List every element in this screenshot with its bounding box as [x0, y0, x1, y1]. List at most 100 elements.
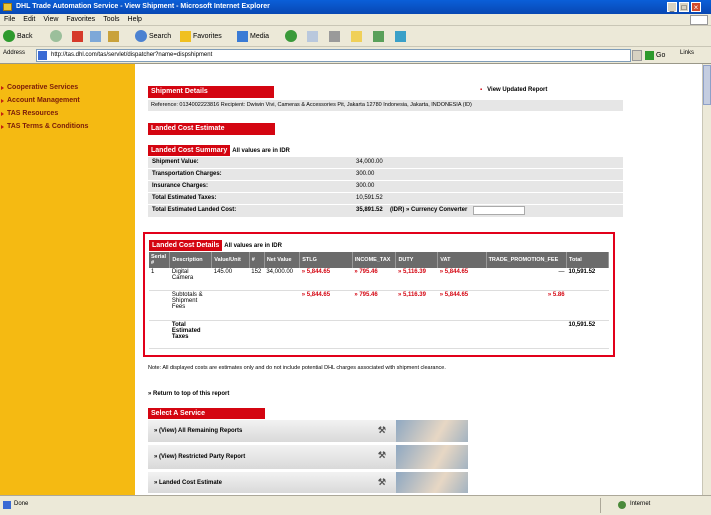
- sidebar-item-tas-resources[interactable]: TAS Resources: [0, 110, 142, 117]
- sidebar-item-cooperative-services[interactable]: Cooperative Services: [0, 84, 142, 91]
- status-text: Done: [14, 501, 29, 507]
- menu-tools[interactable]: Tools: [99, 14, 123, 26]
- cell: 34,000.00: [264, 268, 300, 291]
- shipment-details-header: Shipment Details: [148, 86, 274, 98]
- trade-fee-link[interactable]: » 5.86: [486, 290, 567, 321]
- income-tax-link[interactable]: » 795.46: [352, 268, 396, 291]
- tools-icon: ⚒: [377, 450, 386, 460]
- discuss-button[interactable]: [373, 29, 386, 44]
- menu-bar: File Edit View Favorites Tools Help: [0, 14, 711, 26]
- home-icon: [108, 30, 119, 42]
- col-count: #: [249, 252, 265, 268]
- menu-edit[interactable]: Edit: [19, 14, 39, 26]
- close-button[interactable]: ×: [691, 2, 701, 12]
- refresh-button[interactable]: [90, 29, 103, 44]
- summary-currency-note: All values are in IDR: [232, 148, 290, 154]
- zone-text: Internet: [630, 501, 651, 507]
- cell: [149, 290, 170, 321]
- cell: 10,591.52: [566, 268, 609, 291]
- table-row: Total Estimated Taxes 10,591.52: [149, 320, 609, 349]
- currency-select[interactable]: [473, 206, 525, 215]
- vat-subtotal-link[interactable]: » 5,844.65: [437, 290, 487, 321]
- landed-cost-details-header: Landed Cost Details: [149, 240, 223, 251]
- forward-button[interactable]: [50, 29, 64, 44]
- summary-value: 300.00: [356, 183, 375, 189]
- media-icon: [237, 30, 248, 42]
- status-bar: Done Internet: [0, 495, 711, 515]
- favorites-button[interactable]: Favorites: [180, 29, 222, 44]
- stop-button[interactable]: [72, 29, 85, 44]
- cell: [149, 320, 170, 349]
- cell: 152: [249, 268, 265, 291]
- return-to-top-link[interactable]: » Return to top of this report: [148, 391, 229, 397]
- history-button[interactable]: [285, 29, 299, 44]
- cell: 1: [149, 268, 170, 291]
- edit-button[interactable]: [351, 29, 364, 44]
- col-stlg: STLG: [299, 252, 353, 268]
- service-photo: [396, 445, 468, 469]
- duty-subtotal-link[interactable]: » 5,116.39: [395, 290, 438, 321]
- maximize-button[interactable]: □: [679, 2, 689, 12]
- address-input[interactable]: http://tas.dhl.com/tas/servlet/dispatche…: [36, 49, 631, 62]
- vertical-scrollbar[interactable]: [702, 64, 711, 495]
- cell: [264, 320, 300, 349]
- service-restricted-party-report[interactable]: » (View) Restricted Party Report ⚒: [148, 445, 468, 471]
- history-icon: [285, 30, 297, 43]
- page-icon: [38, 51, 47, 60]
- duty-link[interactable]: » 5,116.39: [395, 268, 438, 291]
- sidebar-item-tas-terms[interactable]: TAS Terms & Conditions: [0, 123, 142, 130]
- summary-label: Insurance Charges:: [152, 183, 209, 189]
- menu-view[interactable]: View: [39, 14, 62, 26]
- landed-cost-estimate-header: Landed Cost Estimate: [148, 123, 275, 135]
- view-updated-report-link[interactable]: ▪ View Updated Report: [480, 87, 547, 93]
- go-button[interactable]: Go: [645, 49, 665, 62]
- sidebar-item-account-management[interactable]: Account Management: [0, 97, 142, 104]
- home-button[interactable]: [108, 29, 121, 44]
- address-dropdown-icon[interactable]: [632, 50, 642, 61]
- details-header: Serial # Description Value/Unit # Net Va…: [149, 252, 609, 268]
- search-button[interactable]: Search: [135, 29, 171, 44]
- cell: [437, 320, 487, 349]
- menu-help[interactable]: Help: [124, 14, 146, 26]
- summary-value: 10,591.52: [356, 195, 383, 201]
- service-landed-cost-estimate[interactable]: » Landed Cost Estimate ⚒: [148, 472, 468, 495]
- links-button[interactable]: Links: [680, 50, 694, 56]
- messenger-button[interactable]: [395, 29, 408, 44]
- media-button[interactable]: Media: [237, 29, 269, 44]
- service-label: » Landed Cost Estimate: [154, 480, 223, 486]
- details-header-row: Landed Cost Details All values are in ID…: [149, 240, 609, 251]
- col-serial: Serial #: [149, 252, 171, 268]
- income-tax-subtotal-link[interactable]: » 795.46: [352, 290, 396, 321]
- sidebar: Cooperative Services Account Management …: [0, 64, 135, 495]
- page-status-icon: [3, 501, 11, 509]
- messenger-icon: [395, 30, 406, 42]
- menu-file[interactable]: File: [0, 14, 19, 26]
- star-icon: [180, 30, 191, 42]
- address-label: Address: [3, 50, 26, 56]
- col-duty: DUTY: [395, 252, 439, 268]
- refresh-icon: [90, 30, 101, 42]
- table-row: Subtotals & Shipment Fees » 5,844.65 » 7…: [149, 290, 609, 321]
- col-description: Description: [169, 252, 213, 268]
- tools-icon: ⚒: [377, 477, 386, 487]
- currency-converter-link[interactable]: (IDR) » Currency Converter: [390, 207, 467, 213]
- stlg-link[interactable]: » 5,844.65: [299, 268, 353, 291]
- main-content: Shipment Details ▪ View Updated Report R…: [135, 64, 702, 495]
- red-bullet-icon: ▪: [480, 87, 483, 93]
- vat-link[interactable]: » 5,844.65: [437, 268, 487, 291]
- shipment-reference: Reference: 0134002223816 Recipient: Dwiw…: [148, 100, 623, 111]
- back-button[interactable]: Back: [3, 29, 33, 44]
- service-photo: [396, 472, 468, 493]
- cell: [299, 320, 353, 349]
- service-all-remaining-reports[interactable]: » (View) All Remaining Reports ⚒: [148, 420, 468, 444]
- menu-favorites[interactable]: Favorites: [62, 14, 99, 26]
- minimize-button[interactable]: _: [667, 2, 677, 12]
- print-button[interactable]: [329, 29, 342, 44]
- summary-row: Insurance Charges: 300.00: [148, 181, 623, 193]
- summary-row: Total Estimated Taxes: 10,591.52: [148, 193, 623, 205]
- stlg-subtotal-link[interactable]: » 5,844.65: [299, 290, 353, 321]
- mail-button[interactable]: [307, 29, 320, 44]
- scrollbar-thumb[interactable]: [703, 65, 711, 105]
- select-a-service-header: Select A Service: [148, 408, 265, 419]
- toolbar: Back Search Favorites Media: [0, 26, 711, 47]
